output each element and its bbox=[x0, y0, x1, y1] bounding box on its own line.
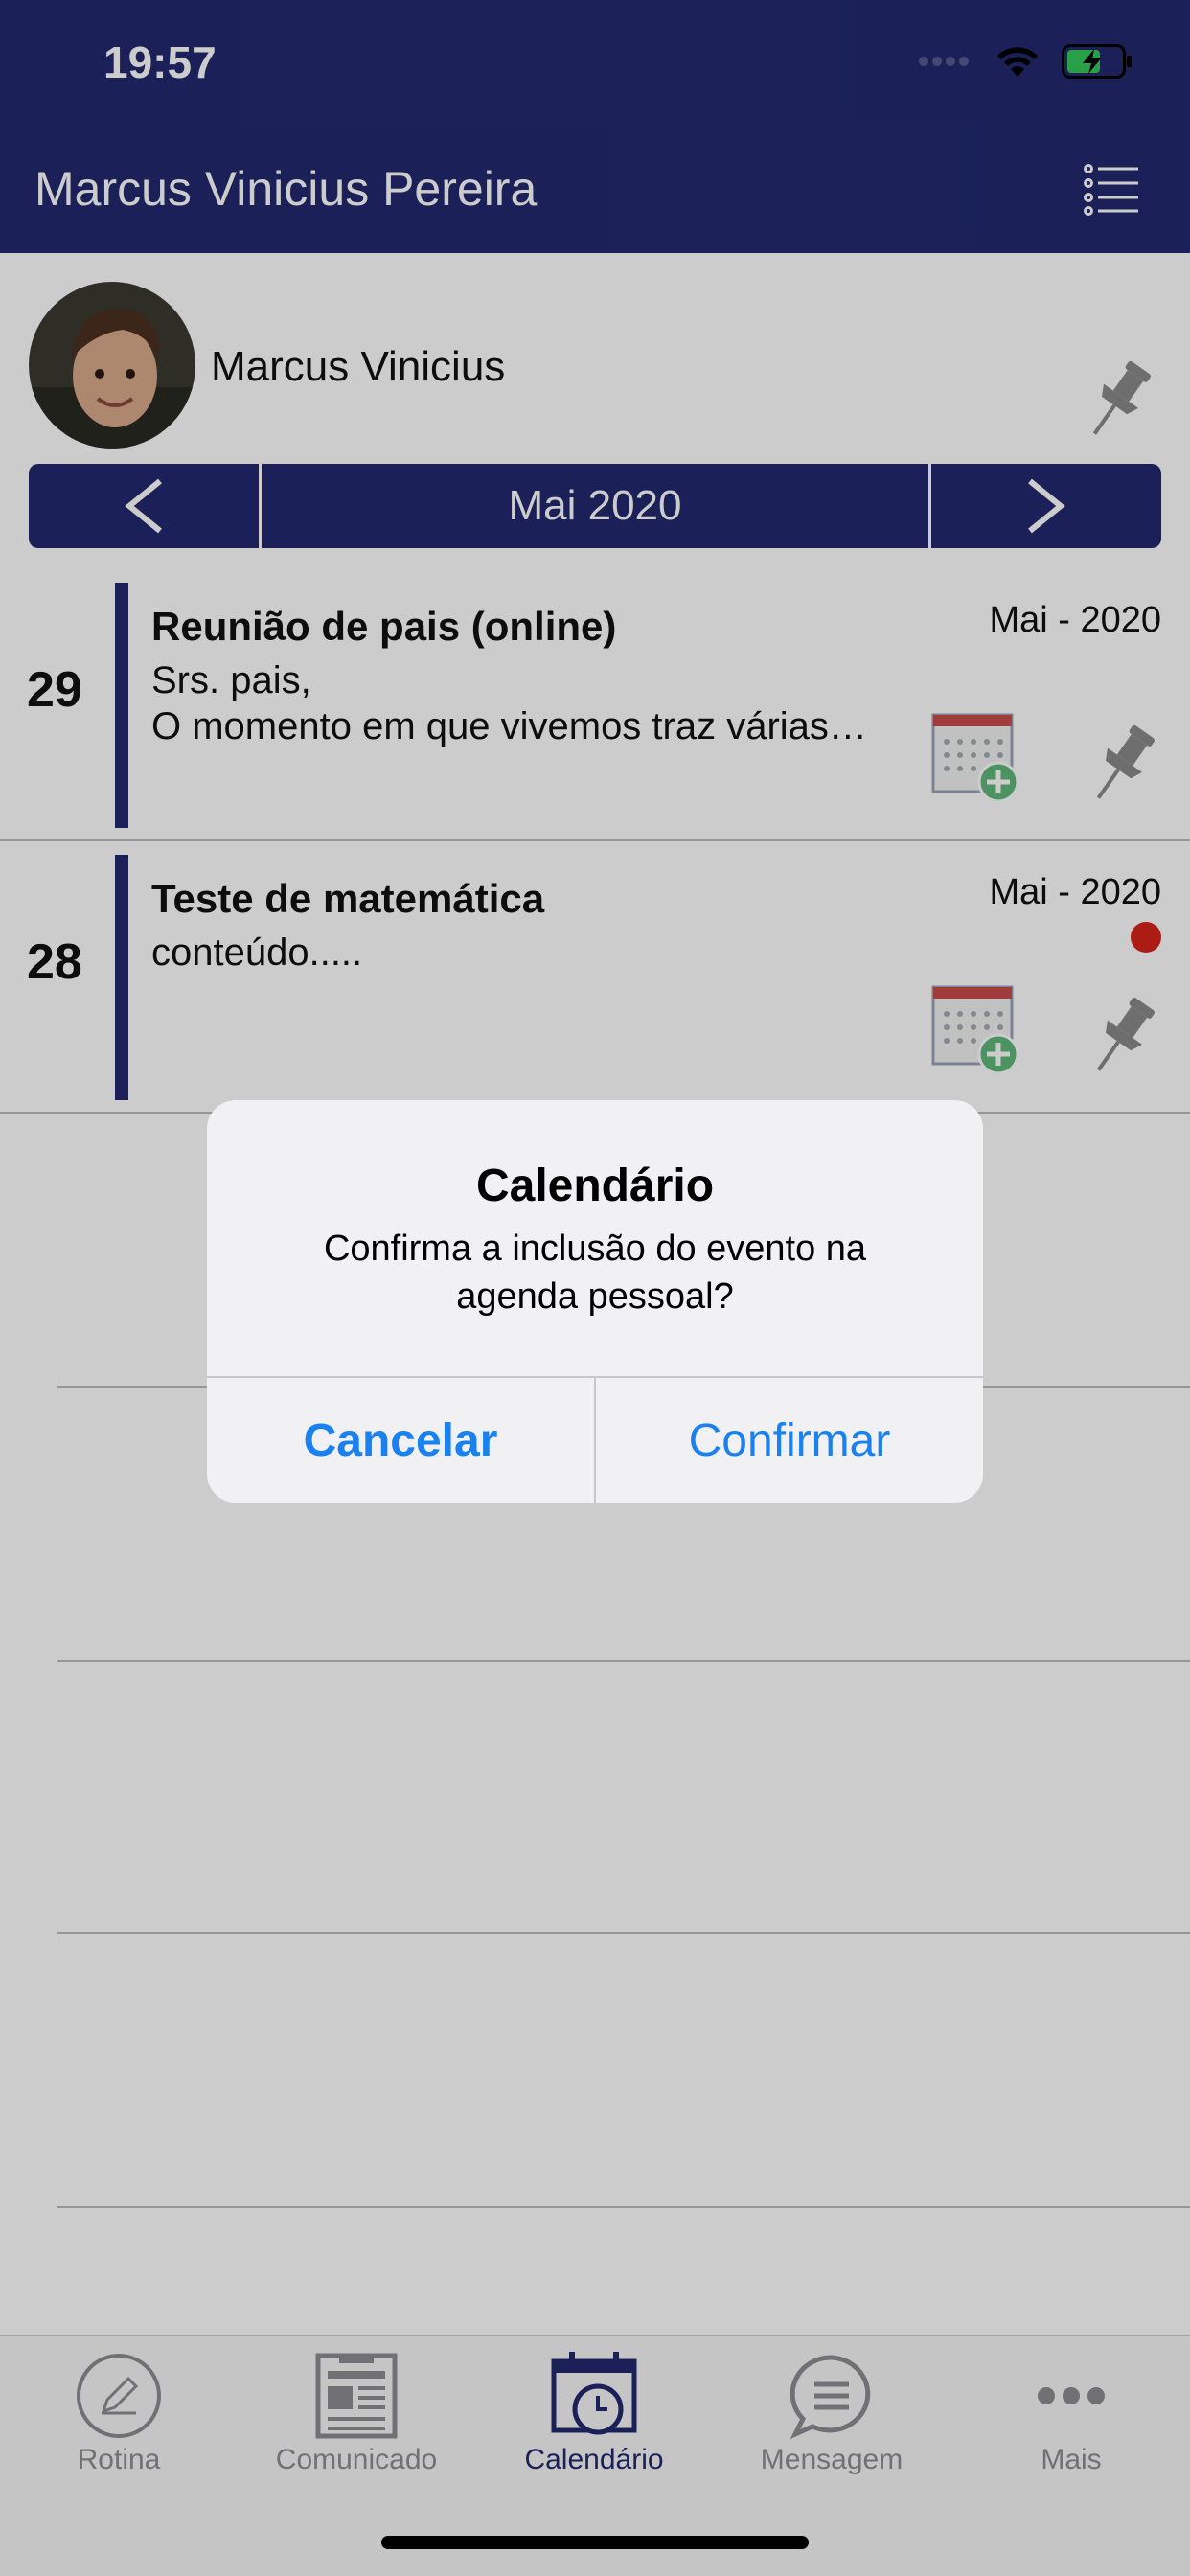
confirm-button[interactable]: Confirmar bbox=[596, 1378, 983, 1503]
cancel-button[interactable]: Cancelar bbox=[207, 1378, 596, 1503]
dialog-message: Confirma a inclusão do evento na agenda … bbox=[323, 1229, 867, 1317]
dialog-title: Calendário bbox=[475, 1161, 715, 1211]
confirm-dialog: Calendário Confirma a inclusão do evento… bbox=[207, 1100, 983, 1503]
dialog-actions: Cancelar Confirmar bbox=[207, 1376, 983, 1503]
